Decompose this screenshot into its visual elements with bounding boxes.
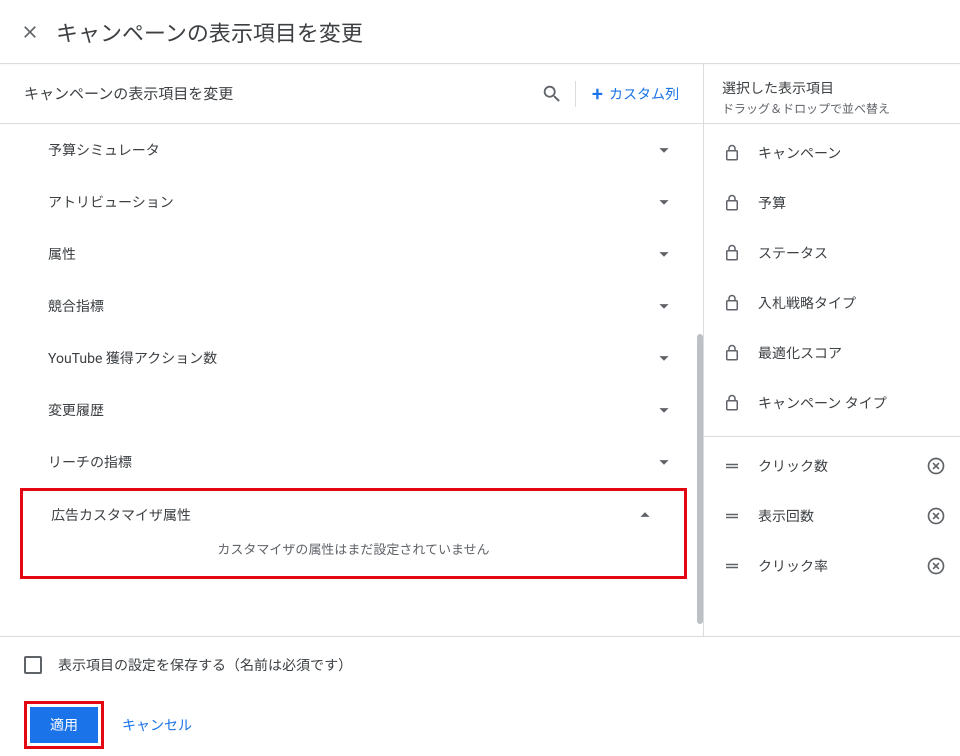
category-label: 変更履歴 xyxy=(48,400,653,420)
remove-icon[interactable] xyxy=(926,456,946,476)
removable-item-label: クリック率 xyxy=(758,556,910,576)
chevron-down-icon xyxy=(653,139,675,161)
lock-icon xyxy=(722,343,742,363)
button-row: 適用 キャンセル xyxy=(24,701,936,749)
scrollbar[interactable] xyxy=(697,334,703,624)
selected-columns-subtitle: ドラッグ＆ドロップで並べ替え xyxy=(722,100,942,117)
locked-item: 最適化スコア xyxy=(704,328,960,378)
chevron-down-icon xyxy=(653,399,675,421)
save-label: 表示項目の設定を保存する（名前は必須です） xyxy=(58,655,352,675)
selected-columns-header: 選択した表示項目 ドラッグ＆ドロップで並べ替え xyxy=(704,64,960,124)
category-label: アトリビューション xyxy=(48,192,653,212)
search-icon[interactable] xyxy=(541,83,563,105)
category-label: 広告カスタマイザ属性 xyxy=(51,505,634,525)
chevron-down-icon xyxy=(653,347,675,369)
locked-item: 入札戦略タイプ xyxy=(704,278,960,328)
apply-button[interactable]: 適用 xyxy=(30,707,98,743)
lock-icon xyxy=(722,143,742,163)
category-row[interactable]: リーチの指標 xyxy=(0,436,703,488)
chevron-up-icon xyxy=(634,504,656,526)
expanded-category-highlight: 広告カスタマイザ属性 カスタマイザの属性はまだ設定されていません xyxy=(20,488,687,579)
custom-column-button[interactable]: + カスタム列 xyxy=(588,84,683,104)
category-row[interactable]: 変更履歴 xyxy=(0,384,703,436)
removable-item[interactable]: 表示回数 xyxy=(704,491,960,541)
removable-item[interactable]: クリック率 xyxy=(704,541,960,591)
dialog-body: キャンペーンの表示項目を変更 + カスタム列 予算シミュレータ アトリビューショ… xyxy=(0,64,960,636)
chevron-down-icon xyxy=(653,295,675,317)
locked-item: キャンペーン タイプ xyxy=(704,378,960,428)
locked-item-label: 予算 xyxy=(758,193,946,213)
locked-item-label: キャンペーン xyxy=(758,143,946,163)
locked-item: 予算 xyxy=(704,178,960,228)
chevron-down-icon xyxy=(653,451,675,473)
lock-icon xyxy=(722,393,742,413)
cancel-button[interactable]: キャンセル xyxy=(122,715,192,735)
save-checkbox[interactable] xyxy=(24,656,42,674)
right-panel: 選択した表示項目 ドラッグ＆ドロップで並べ替え キャンペーン 予算 ステータス … xyxy=(704,64,960,636)
chevron-down-icon xyxy=(653,243,675,265)
category-row[interactable]: 予算シミュレータ xyxy=(0,124,703,176)
category-list: 予算シミュレータ アトリビューション 属性 競合指標 YouTube 獲得アクシ… xyxy=(0,124,703,636)
removable-item[interactable]: クリック数 xyxy=(704,441,960,491)
locked-item-label: ステータス xyxy=(758,243,946,263)
remove-icon[interactable] xyxy=(926,556,946,576)
lock-icon xyxy=(722,243,742,263)
plus-icon: + xyxy=(592,84,603,104)
selected-columns-list: キャンペーン 予算 ステータス 入札戦略タイプ 最適化スコア キャンペーン タイ… xyxy=(704,124,960,595)
drag-handle-icon[interactable] xyxy=(722,456,742,476)
chevron-down-icon xyxy=(653,191,675,213)
category-row[interactable]: アトリビューション xyxy=(0,176,703,228)
locked-item-label: 最適化スコア xyxy=(758,343,946,363)
dialog-footer: 表示項目の設定を保存する（名前は必須です） 適用 キャンセル xyxy=(0,636,960,756)
locked-item: キャンペーン xyxy=(704,128,960,178)
category-row[interactable]: 競合指標 xyxy=(0,280,703,332)
lock-icon xyxy=(722,293,742,313)
drag-handle-icon[interactable] xyxy=(722,556,742,576)
search-label: キャンペーンの表示項目を変更 xyxy=(24,83,529,104)
apply-highlight: 適用 xyxy=(24,701,104,749)
category-label: 予算シミュレータ xyxy=(48,140,653,160)
divider xyxy=(575,81,576,107)
category-row[interactable]: 属性 xyxy=(0,228,703,280)
search-row: キャンペーンの表示項目を変更 + カスタム列 xyxy=(0,64,703,124)
category-label: リーチの指標 xyxy=(48,452,653,472)
lock-icon xyxy=(722,193,742,213)
left-panel: キャンペーンの表示項目を変更 + カスタム列 予算シミュレータ アトリビューショ… xyxy=(0,64,704,636)
removable-item-label: クリック数 xyxy=(758,456,910,476)
category-label: YouTube 獲得アクション数 xyxy=(48,348,653,368)
close-icon[interactable] xyxy=(20,22,48,42)
locked-item: ステータス xyxy=(704,228,960,278)
removable-item-label: 表示回数 xyxy=(758,506,910,526)
category-row-expanded[interactable]: 広告カスタマイザ属性 xyxy=(23,491,684,539)
locked-item-label: キャンペーン タイプ xyxy=(758,393,946,413)
remove-icon[interactable] xyxy=(926,506,946,526)
locked-item-label: 入札戦略タイプ xyxy=(758,293,946,313)
selected-columns-title: 選択した表示項目 xyxy=(722,78,942,98)
drag-handle-icon[interactable] xyxy=(722,506,742,526)
category-label: 属性 xyxy=(48,244,653,264)
save-settings-row: 表示項目の設定を保存する（名前は必須です） xyxy=(24,655,936,675)
category-row[interactable]: YouTube 獲得アクション数 xyxy=(0,332,703,384)
category-label: 競合指標 xyxy=(48,296,653,316)
dialog-header: キャンペーンの表示項目を変更 xyxy=(0,0,960,64)
dialog-title: キャンペーンの表示項目を変更 xyxy=(56,16,363,48)
divider xyxy=(704,436,960,437)
empty-message: カスタマイザの属性はまだ設定されていません xyxy=(23,539,684,576)
custom-column-label: カスタム列 xyxy=(609,84,679,104)
